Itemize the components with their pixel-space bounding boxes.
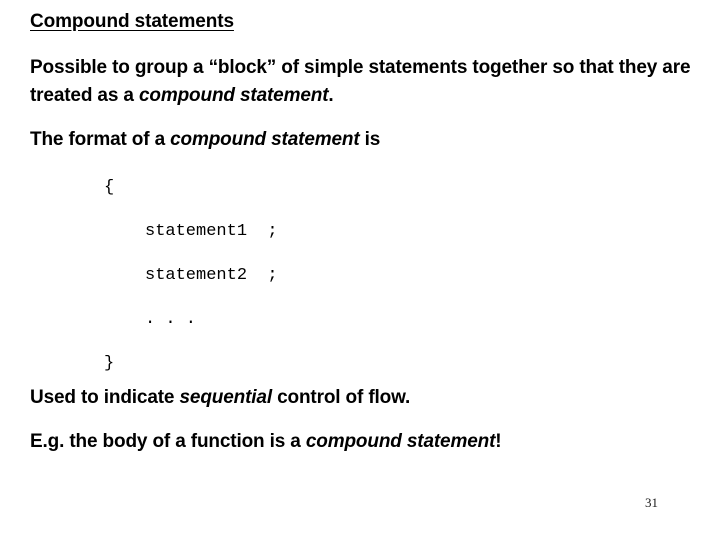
paragraph-used-emphasis: sequential xyxy=(179,387,272,408)
paragraph-format-emphasis: compound statement xyxy=(170,129,360,150)
code-line-statement2: statement2 ; xyxy=(145,266,278,285)
page-number: 31 xyxy=(645,495,658,510)
code-block: { statement1 ; statement2 ; . . . } xyxy=(0,166,720,386)
paragraph-used-text-after: control of flow. xyxy=(271,387,411,408)
paragraph-intro: Possible to group a “block” of simple st… xyxy=(30,54,702,110)
paragraph-format: The format of a compound statement is xyxy=(30,126,630,154)
paragraph-example-text-before: E.g. the body of a function is a xyxy=(30,431,306,452)
paragraph-intro-text-after: . xyxy=(328,85,334,106)
code-line-close-brace: } xyxy=(104,354,115,373)
paragraph-format-text-before: The format of a xyxy=(30,129,171,150)
paragraph-used: Used to indicate sequential control of f… xyxy=(30,384,630,412)
code-line-open-brace: { xyxy=(104,178,115,197)
paragraph-intro-text-before: Possible to group a “block” of simple st… xyxy=(30,57,691,106)
paragraph-example-text-after: ! xyxy=(495,431,502,452)
paragraph-used-text-before: Used to indicate xyxy=(30,387,180,408)
paragraph-format-text-after: is xyxy=(359,129,381,150)
paragraph-example-emphasis: compound statement xyxy=(305,431,496,452)
paragraph-intro-emphasis: compound statement xyxy=(138,85,329,106)
paragraph-example: E.g. the body of a function is a compoun… xyxy=(30,428,690,456)
slide-canvas: Compound statements Possible to group a … xyxy=(0,0,720,540)
code-line-statement1: statement1 ; xyxy=(145,222,278,241)
page-title: Compound statements xyxy=(30,11,234,32)
code-line-ellipsis: . . . xyxy=(145,310,197,329)
